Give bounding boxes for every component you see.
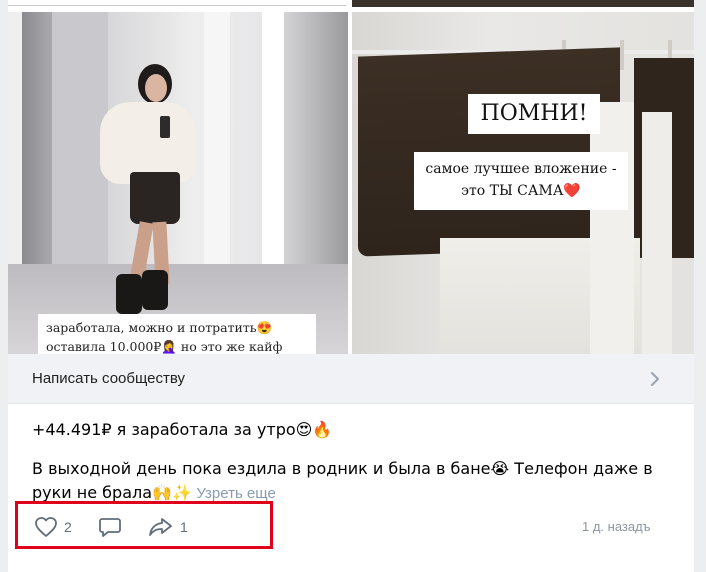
person-skirt [130, 172, 180, 224]
post-title: +44.491₽ я заработала за утро😍🔥 [32, 420, 333, 439]
post-card: заработала, можно и потратить😍 оставила … [8, 0, 694, 572]
show-more-link[interactable]: Узреть еще [196, 485, 275, 502]
comment-button[interactable] [98, 515, 122, 539]
photo-caption-line: заработала, можно и потратить😍 [46, 320, 273, 335]
heart-emoji: ❤️ [563, 183, 581, 199]
sign-title: ПОМНИ! [468, 94, 600, 134]
post-time[interactable]: 1 д. назадъ [582, 519, 651, 534]
shirt-image [590, 102, 634, 354]
share-icon [149, 518, 172, 536]
sign-line: это ТЫ САМА❤️ [414, 180, 628, 202]
like-count: 2 [64, 519, 72, 535]
photo-right[interactable]: ПОМНИ! самое лучшее вложение - это ТЫ СА… [352, 12, 694, 354]
post-body: В выходной день пока ездила в родник и б… [32, 457, 672, 505]
message-community-label: Написать сообществу [32, 370, 186, 387]
photo-caption: заработала, можно и потратить😍 оставила … [38, 314, 316, 354]
share-count: 1 [180, 519, 188, 535]
sign-line: самое лучшее вложение - [425, 161, 617, 177]
person-face [145, 74, 167, 102]
like-button[interactable]: 2 [34, 515, 72, 539]
heart-icon [35, 517, 57, 537]
person-boot [116, 274, 142, 314]
comment-icon [99, 518, 121, 537]
previous-photo-strip-right [352, 0, 694, 7]
sign-line-text: это ТЫ САМА [461, 183, 564, 199]
message-community-bar[interactable]: Написать сообществу [8, 354, 694, 404]
post-body-text: В выходной день пока ездила в родник и б… [32, 459, 653, 502]
photo-caption-line: оставила 10.000₽🤦‍♀️ но это же кайф [46, 339, 283, 354]
person-phone [160, 116, 170, 138]
sign-body: самое лучшее вложение - это ТЫ САМА❤️ [414, 152, 628, 210]
hanger-hook [620, 40, 624, 70]
chevron-right-icon [651, 372, 659, 386]
shirt-image [642, 112, 672, 354]
previous-photo-strip-left [8, 0, 346, 6]
share-button[interactable]: 1 [148, 515, 188, 539]
photo-left[interactable]: заработала, можно и потратить😍 оставила … [8, 12, 348, 354]
person-boot [142, 270, 168, 310]
